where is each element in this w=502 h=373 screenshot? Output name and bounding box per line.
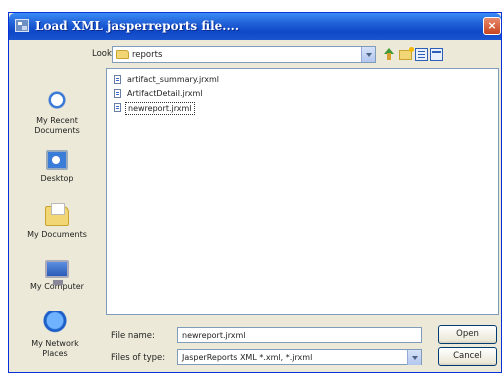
title-bar[interactable]: Load XML jasperreports file.... × xyxy=(9,13,501,40)
chevron-down-icon[interactable] xyxy=(407,350,421,365)
file-type-label: Files of type: xyxy=(111,353,166,363)
place-label: Desktop xyxy=(40,174,74,183)
desktop-icon xyxy=(46,150,68,170)
folder-icon xyxy=(116,50,129,59)
place-my-documents[interactable]: My Documents xyxy=(15,203,99,240)
cancel-button[interactable]: Cancel xyxy=(438,347,497,366)
details-view-icon[interactable] xyxy=(430,48,443,61)
look-in-dropdown[interactable]: reports xyxy=(112,46,376,63)
place-my-computer[interactable]: My Computer xyxy=(15,260,99,292)
place-label: My Network Places xyxy=(31,339,79,358)
look-in-value: reports xyxy=(132,50,163,60)
network-places-icon xyxy=(42,311,68,335)
chevron-down-icon[interactable] xyxy=(361,47,375,62)
load-file-dialog: Load XML jasperreports file.... × Look i… xyxy=(8,12,502,373)
view-menu-icon[interactable] xyxy=(415,48,428,61)
place-label: My Recent Documents xyxy=(34,116,80,135)
place-my-recent-documents[interactable]: My Recent Documents xyxy=(15,88,99,136)
up-one-level-icon[interactable] xyxy=(383,48,396,61)
jrxml-file-icon xyxy=(114,75,121,84)
file-list[interactable]: artifact_summary.jrxml ArtifactDetail.jr… xyxy=(106,68,499,315)
file-type-dropdown[interactable]: JasperReports XML *.xml, *.jrxml xyxy=(177,349,422,365)
recent-documents-icon xyxy=(44,88,70,112)
place-desktop[interactable]: Desktop xyxy=(15,150,99,184)
file-name-input[interactable] xyxy=(177,327,422,343)
app-icon xyxy=(15,19,29,32)
new-folder-icon[interactable] xyxy=(399,47,414,60)
jrxml-file-icon xyxy=(114,103,121,112)
file-name: artifact_summary.jrxml xyxy=(127,75,220,84)
open-button[interactable]: Open xyxy=(438,325,497,344)
file-name: newreport.jrxml xyxy=(125,102,195,115)
file-name: ArtifactDetail.jrxml xyxy=(127,89,203,98)
my-documents-icon xyxy=(45,203,69,226)
jrxml-file-icon xyxy=(114,89,121,98)
file-type-value: JasperReports XML *.xml, *.jrxml xyxy=(182,353,313,362)
dialog-title: Load XML jasperreports file.... xyxy=(35,19,239,33)
file-name-label: File name: xyxy=(111,331,155,341)
close-button[interactable]: × xyxy=(483,17,501,35)
place-my-network-places[interactable]: My Network Places xyxy=(19,311,91,359)
places-bar: My Recent Documents Desktop My Documents… xyxy=(15,68,99,364)
place-label: My Documents xyxy=(27,230,87,239)
my-computer-icon xyxy=(45,260,69,285)
